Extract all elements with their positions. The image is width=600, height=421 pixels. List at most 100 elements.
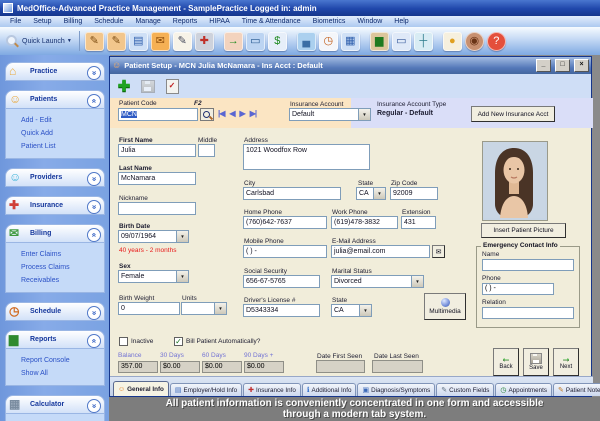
sidebar-section-reports[interactable]: ▆Reports» xyxy=(5,330,105,349)
menu-schedule[interactable]: Schedule xyxy=(88,16,129,27)
units-select[interactable]: ▼ xyxy=(181,302,227,315)
sex-select[interactable]: Female ▼ xyxy=(118,270,189,283)
chevron-down-icon[interactable]: ▼ xyxy=(67,38,72,44)
dropdown-arrow-icon[interactable]: ▼ xyxy=(214,303,226,314)
email-input[interactable]: julia@email.com xyxy=(331,245,430,258)
sidebar-section-insurance[interactable]: ✚Insurance» xyxy=(5,196,105,215)
address-input[interactable]: 1021 Woodfox Row xyxy=(243,144,370,170)
next-record-icon[interactable]: ▶ xyxy=(240,109,245,118)
menu-biometrics[interactable]: Biometrics xyxy=(307,16,352,27)
city-input[interactable]: Carlsbad xyxy=(243,187,341,200)
tab-patient-notes[interactable]: ✎Patient Notes xyxy=(553,383,600,396)
tab-employer-hold-info[interactable]: ▤Employer/Hold Info xyxy=(170,383,242,396)
maximize-button[interactable]: □ xyxy=(555,59,570,72)
middle-input[interactable] xyxy=(198,144,215,157)
menu-window[interactable]: Window xyxy=(351,16,388,27)
sidebar-item-process-claims[interactable]: Process Claims xyxy=(21,261,102,274)
close-button[interactable]: × xyxy=(574,59,589,72)
sidebar-item-add-edit[interactable]: Add - Edit xyxy=(21,114,102,127)
drivers-license-input[interactable]: D5343334 xyxy=(243,304,320,317)
chevron-down-icon[interactable]: » xyxy=(87,200,101,214)
chevron-down-icon[interactable]: » xyxy=(87,399,101,413)
mobile-phone-input[interactable]: ( ) - xyxy=(243,245,327,258)
first-record-icon[interactable]: |◀ xyxy=(218,109,224,118)
cpt-codes-icon[interactable]: ✎ xyxy=(85,32,104,51)
tab-additional-info[interactable]: ℹAdditional Info xyxy=(302,383,357,396)
monitor-icon[interactable]: ▭ xyxy=(392,32,411,51)
search-icon[interactable] xyxy=(5,34,19,48)
icd-codes-icon[interactable]: ✎ xyxy=(107,32,126,51)
emergency-phone-input[interactable]: ( ) - xyxy=(482,283,554,295)
menu-setup[interactable]: Setup xyxy=(27,16,57,27)
menu-reports[interactable]: Reports xyxy=(167,16,204,27)
camera-icon[interactable]: ✚ xyxy=(195,32,214,51)
birth-weight-input[interactable]: 0 xyxy=(118,302,180,315)
sidebar-item-quick-add[interactable]: Quick Add xyxy=(21,127,102,140)
ssn-input[interactable]: 656-67-5765 xyxy=(243,275,320,288)
chevron-down-icon[interactable]: » xyxy=(87,172,101,186)
biometrics-icon[interactable]: ◉ xyxy=(465,32,484,51)
vehicle-icon[interactable]: ▄ xyxy=(297,32,316,51)
statement-export-icon[interactable]: $ xyxy=(268,32,287,51)
quick-launch-button[interactable]: Quick Launch xyxy=(22,38,65,45)
last-record-icon[interactable]: ▶| xyxy=(250,109,256,118)
alerts-icon[interactable]: ● xyxy=(443,32,462,51)
nickname-input[interactable] xyxy=(118,202,196,215)
patient-code-input[interactable]: MCN xyxy=(118,108,198,121)
chevron-up-icon[interactable]: » xyxy=(87,228,101,242)
claim-entry-icon[interactable]: ✎ xyxy=(173,32,192,51)
menu-billing[interactable]: Billing xyxy=(58,16,89,27)
marital-status-select[interactable]: Divorced ▼ xyxy=(331,275,424,288)
birth-date-select[interactable]: 09/07/1964 ▼ xyxy=(118,230,189,243)
menu-time-attendance[interactable]: Time & Attendance xyxy=(236,16,307,27)
zip-input[interactable]: 92009 xyxy=(390,187,438,200)
tab-custom-fields[interactable]: ✎Custom Fields xyxy=(436,383,494,396)
chevron-down-icon[interactable]: » xyxy=(87,66,101,80)
menu-manage[interactable]: Manage xyxy=(129,16,166,27)
next-button[interactable]: → Next xyxy=(553,348,579,376)
add-insurance-button[interactable]: Add New Insurance Acct xyxy=(471,106,555,122)
sidebar-item-enter-claims[interactable]: Enter Claims xyxy=(21,248,102,261)
sidebar-section-practice[interactable]: ⌂Practice» xyxy=(5,62,105,81)
menu-hipaa[interactable]: HIPAA xyxy=(203,16,236,27)
menu-file[interactable]: File xyxy=(4,16,27,27)
minimize-button[interactable]: _ xyxy=(536,59,551,72)
chevron-up-icon[interactable]: » xyxy=(87,94,101,108)
sidebar-item-show-all[interactable]: Show All xyxy=(21,367,102,380)
menu-help[interactable]: Help xyxy=(388,16,414,27)
dl-state-select[interactable]: CA ▼ xyxy=(331,304,372,317)
bar-chart-icon[interactable]: ▆ xyxy=(370,32,389,51)
patient-transfer-icon[interactable]: → xyxy=(224,32,243,51)
insurance-account-select[interactable]: Default ▼ xyxy=(289,108,371,121)
bill-automatically-checkbox[interactable] xyxy=(174,337,183,346)
sidebar-item-receivables[interactable]: Receivables xyxy=(21,274,102,287)
screen-edit-icon[interactable]: ▭ xyxy=(246,32,265,51)
emergency-relation-input[interactable] xyxy=(482,307,574,319)
inactive-checkbox[interactable] xyxy=(119,337,128,346)
insert-picture-button[interactable]: Insert Patient Picture xyxy=(481,223,566,238)
report-time-icon[interactable]: ◷ xyxy=(319,32,338,51)
previous-record-icon[interactable]: ◀ xyxy=(229,109,234,118)
sidebar-section-billing[interactable]: ✉Billing» xyxy=(5,224,105,243)
send-email-button[interactable]: ✉ xyxy=(432,245,445,258)
patient-chart-icon[interactable]: ✉ xyxy=(151,32,170,51)
dropdown-arrow-icon[interactable]: ▼ xyxy=(359,305,371,316)
chevron-down-icon[interactable]: » xyxy=(87,306,101,320)
back-button[interactable]: ← Back xyxy=(493,348,519,376)
sidebar-section-providers[interactable]: ☺Providers» xyxy=(5,168,105,187)
tab-insurance-info[interactable]: ✚Insurance Info xyxy=(243,383,301,396)
dropdown-arrow-icon[interactable]: ▼ xyxy=(358,109,370,120)
patient-lookup-button[interactable] xyxy=(200,108,214,121)
network-users-icon[interactable]: ┼ xyxy=(414,32,433,51)
save-button[interactable]: Save xyxy=(523,348,549,376)
chevron-up-icon[interactable]: » xyxy=(87,334,101,348)
dropdown-arrow-icon[interactable]: ▼ xyxy=(411,276,423,287)
sidebar-item-report-console[interactable]: Report Console xyxy=(21,354,102,367)
dropdown-arrow-icon[interactable]: ▼ xyxy=(176,271,188,282)
last-name-input[interactable]: McNamara xyxy=(118,172,196,185)
patient-card-icon[interactable]: ▤ xyxy=(129,32,148,51)
calculator-report-icon[interactable]: ▦ xyxy=(341,32,360,51)
dropdown-arrow-icon[interactable]: ▼ xyxy=(373,188,385,199)
state-select[interactable]: CA ▼ xyxy=(356,187,386,200)
sidebar-section-patients[interactable]: ☺Patients» xyxy=(5,90,105,109)
